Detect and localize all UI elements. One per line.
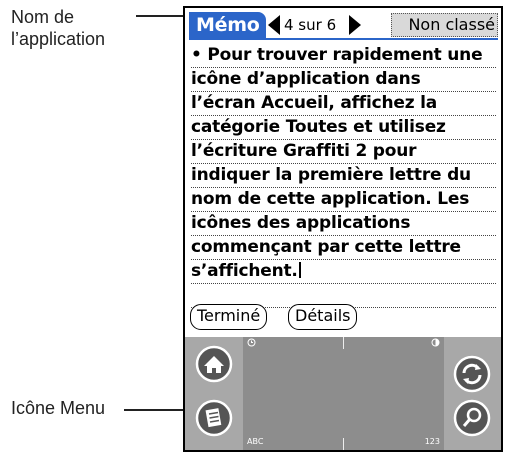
previous-record-arrow-icon[interactable]: [268, 15, 280, 35]
text-cursor: [298, 262, 301, 278]
clock-icon[interactable]: [247, 338, 256, 349]
memo-line-text: s’affichent.: [191, 261, 298, 281]
callout-app-name-line2: l’application: [11, 29, 106, 49]
memo-line-with-cursor: s’affichent.: [191, 260, 496, 284]
numbers-label: 123: [424, 437, 440, 446]
memo-line: icônes des applications: [191, 212, 496, 236]
memo-line: icône d’application dans: [191, 68, 496, 92]
callout-menu-leader: [124, 409, 183, 411]
record-counter: 4 sur 6: [284, 16, 337, 34]
menu-icon[interactable]: [195, 399, 233, 437]
graffiti-input-area: ABC 123: [185, 337, 501, 450]
contrast-icon[interactable]: [431, 338, 440, 349]
title-underline: [189, 38, 498, 40]
memo-line: catégorie Toutes et utilisez: [191, 116, 496, 140]
callout-app-name-line1: Nom de: [11, 7, 75, 27]
callout-menu-icon: Icône Menu: [11, 398, 106, 418]
abc-label: ABC: [247, 437, 264, 446]
device-screen: Mémo 4 sur 6 Non classé • Pour trouver r…: [183, 6, 503, 452]
callout-app-leader: [136, 15, 183, 17]
details-button[interactable]: Détails: [288, 304, 358, 330]
writing-area-divider-bottom: [343, 438, 344, 450]
memo-line: l’écran Accueil, affichez la: [191, 92, 496, 116]
memo-line: commençant par cette lettre: [191, 236, 496, 260]
memo-line: nom de cette application. Les: [191, 188, 496, 212]
callout-app-name: Nom de l’application: [11, 6, 105, 50]
sync-icon[interactable]: [453, 355, 491, 393]
memo-line: • Pour trouver rapidement une: [191, 44, 496, 68]
memo-line: l’écriture Graffiti 2 pour: [191, 140, 496, 164]
category-selector[interactable]: Non classé: [391, 13, 498, 37]
done-button[interactable]: Terminé: [190, 304, 268, 330]
home-icon[interactable]: [195, 345, 233, 383]
memo-line: indiquer la première lettre du: [191, 164, 496, 188]
title-bar: Mémo 4 sur 6 Non classé: [189, 12, 498, 40]
app-name-tab[interactable]: Mémo: [189, 12, 267, 38]
next-record-arrow-icon[interactable]: [349, 15, 361, 35]
writing-area-divider-top: [343, 337, 344, 349]
find-icon[interactable]: [453, 399, 491, 437]
memo-text-area[interactable]: • Pour trouver rapidement une icône d’ap…: [191, 44, 496, 308]
graffiti-writing-area[interactable]: ABC 123: [243, 337, 444, 450]
